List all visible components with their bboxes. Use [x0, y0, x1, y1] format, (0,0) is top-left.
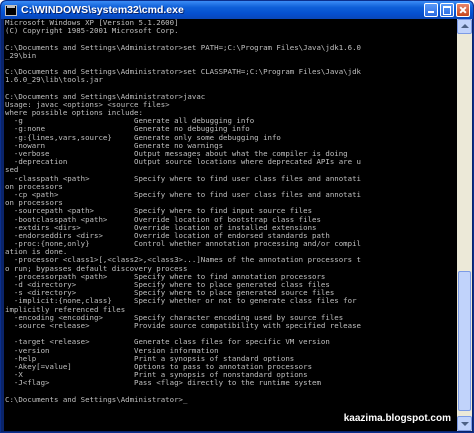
console-line: 1.6.0_29\lib\tools.jar [5, 76, 103, 85]
scroll-up-icon[interactable] [457, 19, 472, 34]
watermark: kaazima.blogspot.com [343, 413, 451, 424]
maximize-icon[interactable] [440, 3, 454, 17]
console-line: -processorpath <path> Specify where to f… [5, 272, 326, 281]
console-line: on processors [5, 182, 63, 191]
window-title: C:\WINDOWS\system32\cmd.exe [21, 4, 184, 16]
cmd-app-icon[interactable] [5, 4, 17, 16]
console-line: ation is done. [5, 248, 68, 257]
console-line: -sourcepath <path> Specify where to find… [5, 207, 313, 216]
console-line: C:\Documents and Settings\Administrator>… [5, 43, 361, 52]
console-line: -help Print a synopsis of standard optio… [5, 354, 295, 363]
console-line: -processor <class1>[,<class2>,<class3>..… [5, 256, 361, 265]
console-line: C:\Documents and Settings\Administrator>… [5, 92, 206, 101]
console-line: C:\Documents and Settings\Administrator>… [5, 395, 188, 404]
console-line: (C) Copyright 1985-2001 Microsoft Corp. [5, 27, 179, 36]
console-line: -classpath <path> Specify where to find … [5, 174, 361, 183]
console-line: -bootclasspath <path> Override location … [5, 215, 321, 224]
console-line: -encoding <encoding> Specify character e… [5, 313, 344, 322]
console-line: Usage: javac <options> <source files> [5, 100, 170, 109]
console-line: -version Version information [5, 346, 219, 355]
window-controls [424, 3, 470, 17]
console-line: sed [5, 166, 19, 175]
console-line: where possible options include: [5, 109, 143, 118]
console-line: -Akey[=value] Options to pass to annotat… [5, 362, 313, 371]
scroll-down-icon[interactable] [457, 416, 472, 431]
console-line: _29\bin [5, 51, 37, 60]
console-line: -nowarn Generate no warnings [5, 141, 224, 150]
scroll-thumb[interactable] [458, 271, 471, 411]
console-line: -target <release> Generate class files f… [5, 338, 330, 347]
console-line: -cp <path> Specify where to find user cl… [5, 190, 361, 199]
console-lines: Microsoft Windows XP [Version 5.1.2600](… [4, 19, 457, 404]
console-line: -J<flag> Pass <flag> directly to the run… [5, 379, 321, 388]
close-icon[interactable] [456, 3, 470, 17]
console-line: on processors [5, 199, 63, 208]
console-line: -extdirs <dirs> Override location of ins… [5, 223, 317, 232]
console-line: -s <directory> Specify where to place ge… [5, 289, 335, 298]
console-line: -deprecation Output source locations whe… [5, 158, 361, 167]
title-bar[interactable]: C:\WINDOWS\system32\cmd.exe [1, 1, 473, 19]
console-line: -X Print a synopsis of nonstandard optio… [5, 371, 308, 380]
console-line: Microsoft Windows XP [Version 5.1.2600] [5, 19, 179, 27]
cmd-window: C:\WINDOWS\system32\cmd.exe Microsoft Wi… [0, 0, 474, 433]
console-line: -endorseddirs <dirs> Override location o… [5, 231, 330, 240]
console-line: -g:{lines,vars,source} Generate only som… [5, 133, 281, 142]
console-line: -source <release> Provide source compati… [5, 321, 361, 330]
minimize-icon[interactable] [424, 3, 438, 17]
vertical-scrollbar[interactable] [457, 19, 472, 431]
console-line: C:\Documents and Settings\Administrator>… [5, 68, 361, 77]
console-line: -implicit:{none,class} Specify whether o… [5, 297, 357, 306]
console-line: -d <directory> Specify where to place ge… [5, 281, 330, 289]
console-line: -verbose Output messages about what the … [5, 150, 348, 158]
console-line: -g Generate all debugging info [5, 117, 255, 126]
console-line: implicitly referenced files [5, 305, 126, 314]
console-line: -proc:{none,only} Control whether annota… [5, 240, 361, 249]
console-line: o run; bypasses default discovery proces… [5, 264, 188, 273]
console-line: -g:none Generate no debugging info [5, 125, 250, 134]
console-output[interactable]: Microsoft Windows XP [Version 5.1.2600](… [4, 19, 457, 431]
